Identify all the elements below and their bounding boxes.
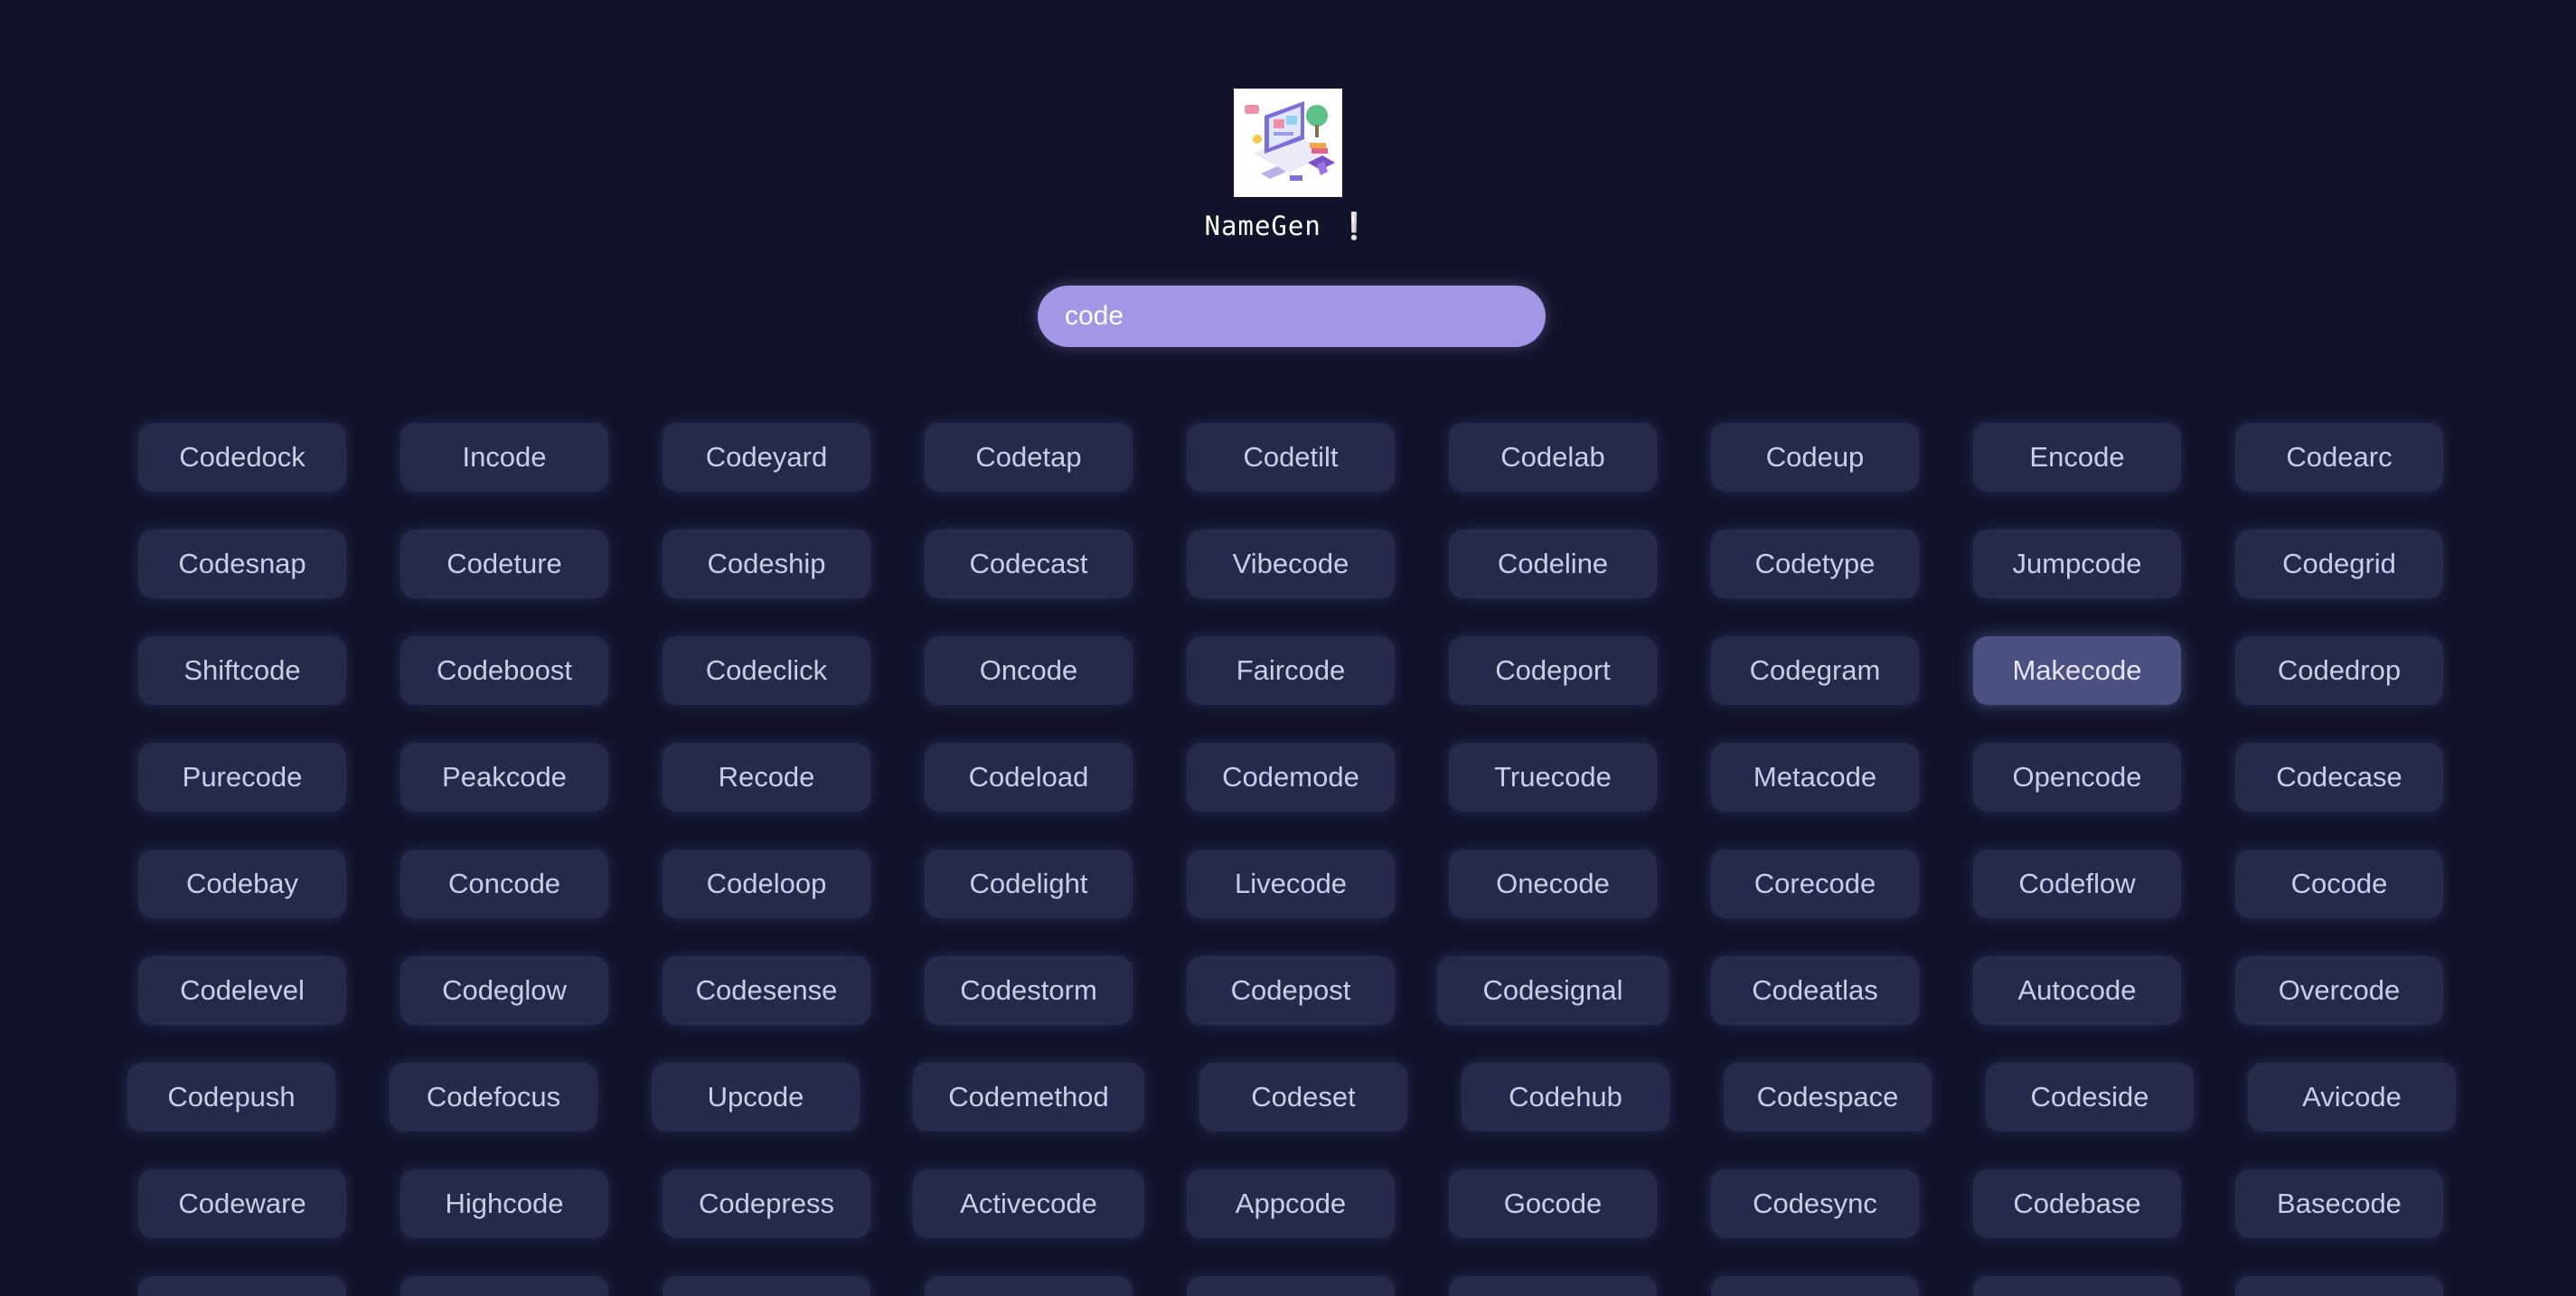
name-chip[interactable]: Codeship	[663, 530, 870, 598]
name-chip[interactable]: Vibecode	[1187, 530, 1395, 598]
name-chip[interactable]: Upcode	[652, 1063, 860, 1132]
header: NameGen ❕	[0, 89, 2576, 242]
name-chip[interactable]: Codeture	[400, 530, 608, 598]
name-chip[interactable]: Codedrop	[2235, 636, 2443, 705]
name-chip-partial[interactable]	[1711, 1276, 1919, 1296]
logo-icon	[1234, 89, 1342, 197]
name-chip[interactable]: Codetilt	[1187, 423, 1395, 492]
name-chip[interactable]: Codeflow	[1973, 850, 2181, 918]
name-chip[interactable]: Codepress	[663, 1169, 870, 1238]
name-chip[interactable]: Livecode	[1187, 850, 1395, 918]
search-bar	[1038, 286, 1546, 347]
name-chip[interactable]: Codelab	[1449, 423, 1657, 492]
name-chip[interactable]: Codetype	[1711, 530, 1919, 598]
search-input[interactable]	[1038, 286, 1546, 347]
name-chip[interactable]: Codetap	[925, 423, 1133, 492]
name-chip[interactable]: Oncode	[925, 636, 1133, 705]
name-chip-partial[interactable]	[1973, 1276, 2181, 1296]
name-chip[interactable]: Codefocus	[390, 1063, 597, 1132]
name-chip[interactable]: Codelevel	[138, 956, 346, 1025]
name-chip[interactable]: Codebay	[138, 850, 346, 918]
name-chip[interactable]: Peakcode	[400, 743, 608, 812]
name-chip[interactable]: Codemethod	[913, 1063, 1144, 1132]
name-chip[interactable]: Codesignal	[1437, 956, 1669, 1025]
name-chip[interactable]: Codedock	[138, 423, 346, 492]
name-chip-partial[interactable]	[1449, 1276, 1657, 1296]
name-chip[interactable]: Codemode	[1187, 743, 1395, 812]
name-chip-partial[interactable]	[2235, 1276, 2443, 1296]
name-chip[interactable]: Incode	[400, 423, 608, 492]
name-chip[interactable]: Activecode	[913, 1169, 1144, 1238]
name-chip[interactable]: Corecode	[1711, 850, 1919, 918]
name-chip[interactable]: Highcode	[400, 1169, 608, 1238]
name-chip-partial[interactable]	[400, 1276, 608, 1296]
name-chip[interactable]: Codeglow	[400, 956, 608, 1025]
name-chip[interactable]: Cocode	[2235, 850, 2443, 918]
name-chip[interactable]: Metacode	[1711, 743, 1919, 812]
name-chip[interactable]: Jumpcode	[1973, 530, 2181, 598]
name-chip[interactable]: Codecase	[2235, 743, 2443, 812]
name-chip-partial[interactable]	[1187, 1276, 1395, 1296]
name-chip[interactable]: Codeware	[138, 1169, 346, 1238]
name-chip[interactable]: Encode	[1973, 423, 2181, 492]
name-chip[interactable]: Codepost	[1187, 956, 1395, 1025]
name-chip[interactable]: Autocode	[1973, 956, 2181, 1025]
name-chip[interactable]: Opencode	[1973, 743, 2181, 812]
name-chip[interactable]: Overcode	[2235, 956, 2443, 1025]
name-chip[interactable]: Codeup	[1711, 423, 1919, 492]
name-chip[interactable]: Gocode	[1449, 1169, 1657, 1238]
name-chip[interactable]: Appcode	[1187, 1169, 1395, 1238]
name-chip[interactable]: Codeclick	[663, 636, 870, 705]
name-chip[interactable]: Faircode	[1187, 636, 1395, 705]
name-chip[interactable]: Codeline	[1449, 530, 1657, 598]
name-chip[interactable]: Codeset	[1199, 1063, 1407, 1132]
name-chip[interactable]: Codeport	[1449, 636, 1657, 705]
name-chip[interactable]: Truecode	[1449, 743, 1657, 812]
name-chip[interactable]: Codeyard	[663, 423, 870, 492]
name-chip[interactable]: Onecode	[1449, 850, 1657, 918]
name-chip[interactable]: Codelight	[925, 850, 1133, 918]
name-chip[interactable]: Codeboost	[400, 636, 608, 705]
name-chip[interactable]: Codegram	[1711, 636, 1919, 705]
name-chip[interactable]: Codestorm	[925, 956, 1133, 1025]
name-chip[interactable]: Codesync	[1711, 1169, 1919, 1238]
name-chip[interactable]: Codecast	[925, 530, 1133, 598]
name-chip[interactable]: Makecode	[1973, 636, 2181, 705]
name-chip[interactable]: Codeside	[1986, 1063, 2194, 1132]
name-chip-partial[interactable]	[138, 1276, 346, 1296]
page: NameGen ❕ Codedock Incode Codeyard Codetap C…	[0, 0, 2576, 1296]
name-chip[interactable]: Shiftcode	[138, 636, 346, 705]
name-chip[interactable]: Codepush	[127, 1063, 335, 1132]
name-chip[interactable]: Codesnap	[138, 530, 346, 598]
name-chip[interactable]: Codespace	[1724, 1063, 1932, 1132]
name-chip[interactable]: Codesense	[663, 956, 870, 1025]
name-chip[interactable]: Concode	[400, 850, 608, 918]
name-chip[interactable]: Basecode	[2235, 1169, 2443, 1238]
app-title: NameGen ❕	[1204, 211, 1372, 241]
name-chip[interactable]: Codegrid	[2235, 530, 2443, 598]
name-chip[interactable]: Purecode	[138, 743, 346, 812]
name-chip[interactable]: Codeload	[925, 743, 1133, 812]
name-chip[interactable]: Codeloop	[663, 850, 870, 918]
name-chip[interactable]: Recode	[663, 743, 870, 812]
name-chip[interactable]: Codeatlas	[1711, 956, 1919, 1025]
name-chip[interactable]: Codehub	[1462, 1063, 1669, 1132]
name-chip-partial[interactable]	[663, 1276, 870, 1296]
name-chip[interactable]: Avicode	[2248, 1063, 2456, 1132]
name-chip-partial[interactable]	[925, 1276, 1133, 1296]
name-chip[interactable]: Codebase	[1973, 1169, 2181, 1238]
name-chip[interactable]: Codearc	[2235, 423, 2443, 492]
